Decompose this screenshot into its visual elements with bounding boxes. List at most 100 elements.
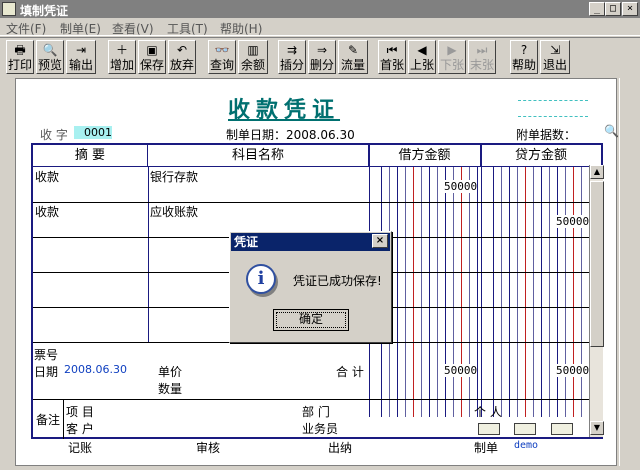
toolbar-button-0[interactable]: 🖶 打印 — [6, 40, 34, 74]
amount-gridline — [581, 167, 582, 417]
total-divider — [33, 399, 601, 400]
bookkeeping-label: 记账 — [68, 441, 93, 455]
cashier-label: 出纳 — [328, 441, 353, 455]
close-button[interactable]: × — [622, 2, 638, 16]
toolbar-button-8[interactable]: ⇉ 插分 — [278, 40, 306, 74]
table-scrollbar[interactable]: ▲ ▼ — [589, 165, 604, 437]
menu-view[interactable]: 查看(V) — [112, 20, 154, 37]
toolbar-button-label: 输出 — [68, 58, 93, 72]
menu-help[interactable]: 帮助(H) — [220, 20, 262, 37]
dialog-message: 凭证已成功保存! — [293, 274, 382, 288]
customer-label: 客 户 — [66, 422, 94, 436]
row-debit[interactable]: 50000 — [444, 180, 478, 193]
toolbar-button-7[interactable]: ▥ 余额 — [238, 40, 268, 74]
next-icon: ▶ — [447, 43, 457, 57]
toolbar-button-label: 预览 — [37, 58, 62, 72]
printer-icon: 🖶 — [14, 43, 26, 57]
image-icon[interactable] — [514, 423, 536, 435]
maker-value: demo — [514, 440, 539, 451]
toolbar-button-label: 首张 — [379, 58, 404, 72]
amount-gridline — [509, 167, 510, 417]
total-debit: 50000 — [444, 364, 478, 377]
dialog-close-icon[interactable]: × — [372, 234, 388, 248]
export-icon: ⇥ — [75, 43, 87, 57]
amount-gridline — [437, 167, 438, 417]
toolbar-button-13[interactable]: ▶ 下张 — [438, 40, 466, 74]
minimize-button[interactable]: _ — [589, 2, 605, 16]
amount-gridline — [445, 167, 446, 417]
toolbar-button-label: 插分 — [279, 58, 304, 72]
amount-gridline — [429, 167, 430, 417]
date-field-value[interactable]: 2008.06.30 — [64, 363, 127, 376]
menu-edit[interactable]: 制单(E) — [60, 20, 101, 37]
amount-gridline — [541, 167, 542, 417]
remark-label: 备注 — [36, 413, 61, 427]
scroll-down-icon[interactable]: ▼ — [590, 421, 604, 435]
delete-row-icon: ⇒ — [316, 43, 328, 57]
window-title: 填制凭证 — [20, 4, 69, 18]
first-icon: ⏮ — [386, 43, 398, 57]
toolbar-button-3[interactable]: ＋增加 — [108, 40, 136, 74]
toolbar-button-15[interactable]: ? 帮助 — [510, 40, 538, 74]
tool-icon[interactable] — [551, 423, 573, 435]
toolbar-button-label: 余额 — [240, 58, 265, 72]
insert-row-icon: ⇉ — [286, 43, 298, 57]
toolbar-button-label: 退出 — [542, 58, 567, 72]
toolbar-button-label: 删分 — [309, 58, 334, 72]
toolbar-button-11[interactable]: ⏮ 首张 — [378, 40, 406, 74]
menu-tools[interactable]: 工具(T) — [167, 20, 208, 37]
toolbar-button-14[interactable]: ⏭ 末张 — [468, 40, 496, 74]
title-bar: 填制凭证 _ □ × — [0, 0, 640, 18]
menu-file[interactable]: 文件(F) — [6, 20, 46, 37]
pen-icon: ✎ — [347, 43, 359, 57]
project-label: 项 目 — [66, 405, 94, 419]
toolbar-button-16[interactable]: ⇲ 退出 — [540, 40, 570, 74]
toolbar-button-label: 查询 — [209, 58, 234, 72]
row-summary[interactable]: 收款 — [35, 203, 59, 220]
date-field-label: 日期 — [34, 365, 59, 379]
binoculars-icon: 👓 — [214, 43, 230, 57]
maker-label: 制单 — [474, 441, 499, 455]
row-summary[interactable]: 收款 — [35, 168, 59, 185]
header-account: 科目名称 — [148, 145, 369, 167]
toolbar-button-6[interactable]: 👓 查询 — [208, 40, 236, 74]
card-icon[interactable] — [478, 423, 500, 435]
row-account[interactable]: 应收账款 — [150, 203, 198, 220]
voucher-number-field[interactable]: 0001 — [74, 126, 112, 139]
prev-icon: ◀ — [417, 43, 427, 57]
toolbar-button-5[interactable]: ↶ 放弃 — [168, 40, 196, 74]
toolbar: 🖶 打印 🔍 预览 ⇥ 输出＋增加 ▣ 保存 ↶ 放弃 👓 查询 ▥ 余额 ⇉ 插分 ⇒ 删分 ✎ 流量 ⏮ 首张 ◀ 上张 ▶… — [0, 37, 640, 75]
row-credit[interactable]: 50000 — [556, 215, 590, 228]
toolbar-button-label: 下张 — [439, 58, 464, 72]
search-icon[interactable]: 🔍 — [604, 124, 619, 138]
ok-button[interactable]: 确定 — [273, 309, 349, 331]
amount-gridline — [461, 167, 462, 417]
amount-gridline — [549, 167, 550, 417]
amount-gridline — [533, 167, 534, 417]
sheet-scrollbar[interactable] — [619, 78, 633, 466]
amount-gridline — [525, 167, 526, 417]
toolbar-button-label: 保存 — [139, 58, 164, 72]
maximize-button[interactable]: □ — [605, 2, 621, 16]
toolbar-button-label: 末张 — [469, 58, 494, 72]
toolbar-button-12[interactable]: ◀ 上张 — [408, 40, 436, 74]
help-icon: ? — [520, 43, 528, 57]
price-label: 单价 — [158, 365, 183, 379]
toolbar-button-9[interactable]: ⇒ 删分 — [308, 40, 336, 74]
undo-icon: ↶ — [176, 43, 188, 57]
app-icon — [2, 2, 16, 16]
row-divider — [33, 202, 601, 203]
voucher-type-label: 收 字 — [40, 128, 68, 142]
row-account[interactable]: 银行存款 — [150, 168, 198, 185]
ticket-label: 票号 — [34, 348, 59, 362]
toolbar-button-1[interactable]: 🔍 预览 — [36, 40, 64, 74]
scroll-thumb[interactable] — [590, 181, 604, 347]
toolbar-button-2[interactable]: ⇥ 输出 — [66, 40, 96, 74]
person-label: 个 人 — [474, 405, 502, 419]
toolbar-button-10[interactable]: ✎ 流量 — [338, 40, 368, 74]
total-credit: 50000 — [556, 364, 590, 377]
toolbar-button-label: 流量 — [340, 58, 365, 72]
scroll-up-icon[interactable]: ▲ — [590, 165, 604, 179]
info-icon: i — [246, 264, 276, 294]
toolbar-button-4[interactable]: ▣ 保存 — [138, 40, 166, 74]
